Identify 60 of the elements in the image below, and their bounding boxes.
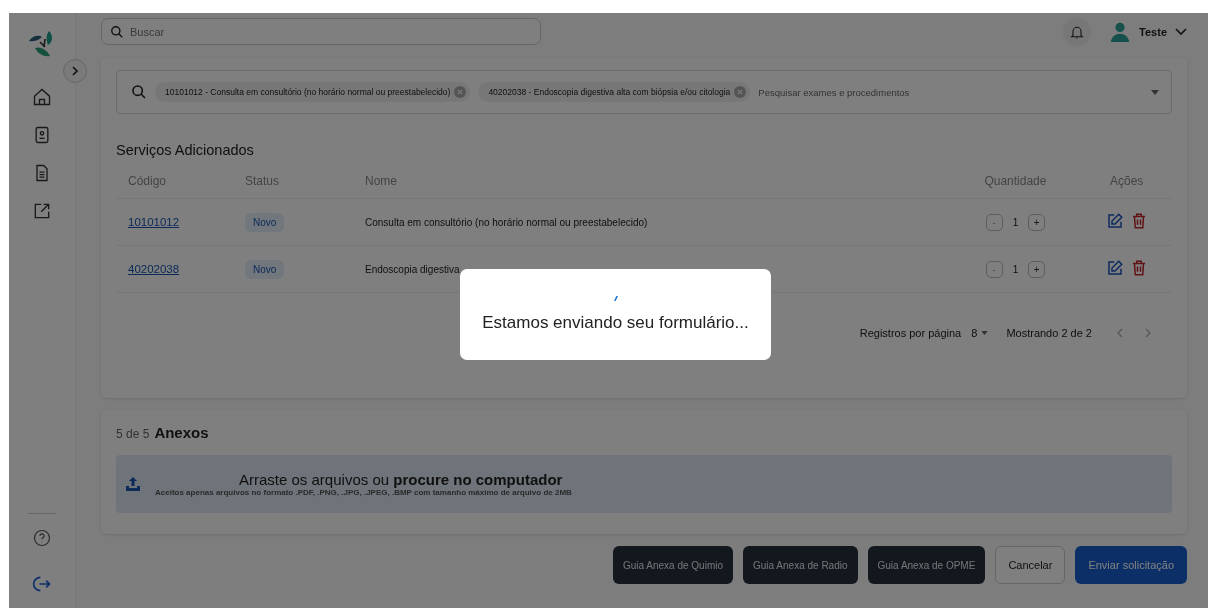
section-title: Serviços Adicionados: [116, 142, 255, 158]
attachment-guide-button[interactable]: Guia Anexa de Radio: [743, 546, 858, 584]
column-header: Quantidade: [984, 174, 1047, 188]
increase-button[interactable]: +: [1028, 213, 1046, 231]
code-link[interactable]: 40202038: [128, 263, 180, 275]
service-name: Endoscopia digestiva: [365, 263, 460, 275]
procedure-tag[interactable]: 10101012 - Consulta em consultório (no horário normal ou preestabelecido): [155, 82, 471, 102]
caret-down-icon: [981, 331, 989, 335]
column-header: Código: [128, 174, 167, 188]
home-icon[interactable]: [32, 87, 52, 107]
avatar-icon[interactable]: [1109, 20, 1132, 43]
previous-page-icon[interactable]: [1116, 328, 1124, 338]
quantity-value: 1: [1012, 216, 1019, 228]
cancel-button[interactable]: Cancelar: [995, 546, 1066, 584]
procedure-search-field[interactable]: 10101012 - Consulta em consultório (no horário normal ou preestabelecido) 40202038 - Endoscopia digestiva alta com biópsia e/ou citologia Pesquisar exames e procedimentos: [116, 70, 1172, 114]
column-header: Status: [245, 174, 280, 188]
pagination-label: Registros por página: [859, 327, 962, 339]
external-link-icon[interactable]: [32, 201, 52, 221]
file-drop-zone[interactable]: Arraste os arquivos ou procure no computador Aceitos apenas arquivos no formato .PDF, .PNG, .JPG, .JPEG, .BMP com tamanho máximo de arquivo de 2MB: [116, 455, 1172, 513]
code-link[interactable]: 10101012: [128, 216, 180, 228]
logout-icon[interactable]: [32, 574, 52, 594]
search-icon: [131, 84, 147, 100]
service-name: Consulta em consultório (no horário normal ou preestabelecido): [365, 216, 648, 228]
edit-icon[interactable]: [1105, 212, 1124, 230]
next-page-icon[interactable]: [1144, 328, 1152, 338]
chevron-down-icon[interactable]: [1175, 25, 1187, 38]
submit-button[interactable]: Enviar solicitação: [1075, 546, 1187, 584]
status-badge: Novo: [245, 212, 285, 232]
column-header: Ações: [1110, 174, 1144, 188]
section-title: Anexos: [154, 424, 209, 441]
upload-icon: [125, 476, 141, 492]
help-icon[interactable]: [32, 528, 52, 548]
search-placeholder[interactable]: Pesquisar exames e procedimentos: [758, 86, 1143, 98]
tag-label: 40202038 - Endoscopia digestiva alta com biópsia e/ou citologia: [488, 87, 731, 97]
expand-sidebar-button[interactable]: [63, 59, 87, 83]
tag-label: 10101012 - Consulta em consultório (no horário normal ou preestabelecido): [165, 87, 451, 97]
notifications-button[interactable]: [1063, 17, 1092, 46]
drop-instructions: Arraste os arquivos ou procure no computador: [239, 471, 563, 488]
per-page-select[interactable]: 8: [971, 327, 989, 339]
attachment-guide-button[interactable]: Guia Anexa de OPME: [867, 546, 986, 584]
search-input[interactable]: Buscar: [130, 25, 530, 38]
user-name: Teste: [1139, 25, 1167, 38]
quantity-value: 1: [1012, 263, 1019, 275]
search-icon: [110, 24, 124, 39]
spinner-icon: [613, 296, 618, 301]
search-field[interactable]: Buscar: [101, 18, 541, 45]
edit-icon[interactable]: [1105, 259, 1124, 277]
decrease-button[interactable]: -: [985, 260, 1003, 278]
increase-button[interactable]: +: [1028, 260, 1046, 278]
status-badge: Novo: [245, 259, 285, 279]
decrease-button[interactable]: -: [985, 213, 1003, 231]
dropdown-caret-icon[interactable]: [1151, 89, 1159, 95]
attachment-count: 5 de 5: [116, 427, 150, 441]
attachment-guide-button[interactable]: Guia Anexa de Quimio: [612, 546, 733, 584]
chevron-right-icon: [70, 66, 80, 76]
pagination-status: Mostrando 2 de 2: [1006, 327, 1092, 339]
file-format-hint: Aceitos apenas arquivos no formato .PDF, .PNG, .JPG, .JPEG, .BMP com tamanho máximo de arquivo de 2MB: [155, 488, 572, 497]
column-header: Nome: [365, 174, 397, 188]
loading-message: Estamos enviando seu formulário...: [482, 313, 749, 333]
procedure-tag[interactable]: 40202038 - Endoscopia digestiva alta com biópsia e/ou citologia: [478, 82, 751, 102]
